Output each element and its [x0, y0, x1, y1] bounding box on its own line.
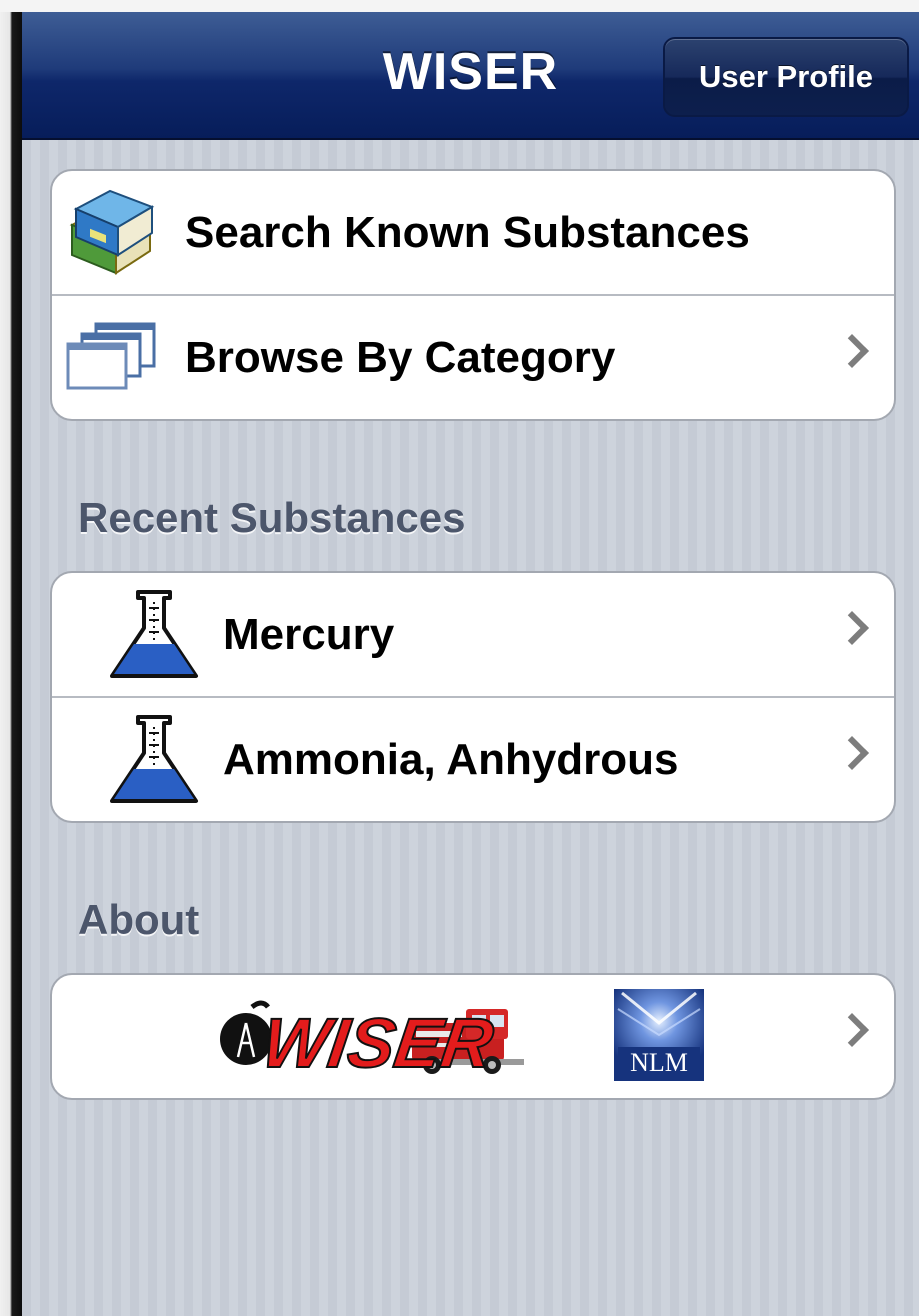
- nlm-logo-text: NLM: [630, 1048, 688, 1077]
- search-known-substances-label: Search Known Substances: [185, 208, 750, 257]
- books-icon: [69, 189, 155, 275]
- browse-by-category-row[interactable]: Browse By Category: [52, 294, 894, 419]
- wiser-logo: WISER: [220, 1000, 524, 1083]
- wiser-logo-text: WISER: [258, 1003, 499, 1082]
- flask-icon: [110, 590, 198, 678]
- nlm-logo: NLM: [614, 989, 704, 1081]
- recent-substance-label: Ammonia, Anhydrous: [223, 735, 679, 784]
- search-known-substances-row[interactable]: Search Known Substances: [52, 171, 894, 294]
- chevron-right-icon: [835, 334, 869, 368]
- about-group: WISER NLM: [50, 973, 896, 1100]
- stacked-windows-icon: [66, 322, 156, 390]
- recent-substances-group: Mercury Ammonia, Anhydrous: [50, 571, 896, 823]
- recent-substance-row-ammonia[interactable]: Ammonia, Anhydrous: [52, 696, 894, 821]
- user-profile-button[interactable]: User Profile: [663, 37, 909, 117]
- flask-icon: [110, 715, 198, 803]
- recent-substances-header: Recent Substances: [78, 494, 466, 541]
- chevron-right-icon: [835, 611, 869, 645]
- device-bezel-left: [0, 12, 22, 1316]
- about-row[interactable]: WISER NLM: [52, 975, 894, 1098]
- about-header: About: [78, 896, 200, 943]
- chevron-right-icon: [835, 1013, 869, 1047]
- browse-by-category-label: Browse By Category: [185, 333, 616, 382]
- main-menu-group: Search Known Substances Browse By Catego…: [50, 169, 896, 421]
- app-screen: WISER User Profile Search Known Substanc…: [22, 12, 919, 1316]
- device-bezel-top: [0, 0, 919, 12]
- navigation-bar: WISER User Profile: [22, 12, 919, 140]
- recent-substance-row-mercury[interactable]: Mercury: [52, 573, 894, 696]
- recent-substance-label: Mercury: [223, 610, 395, 659]
- chevron-right-icon: [835, 736, 869, 770]
